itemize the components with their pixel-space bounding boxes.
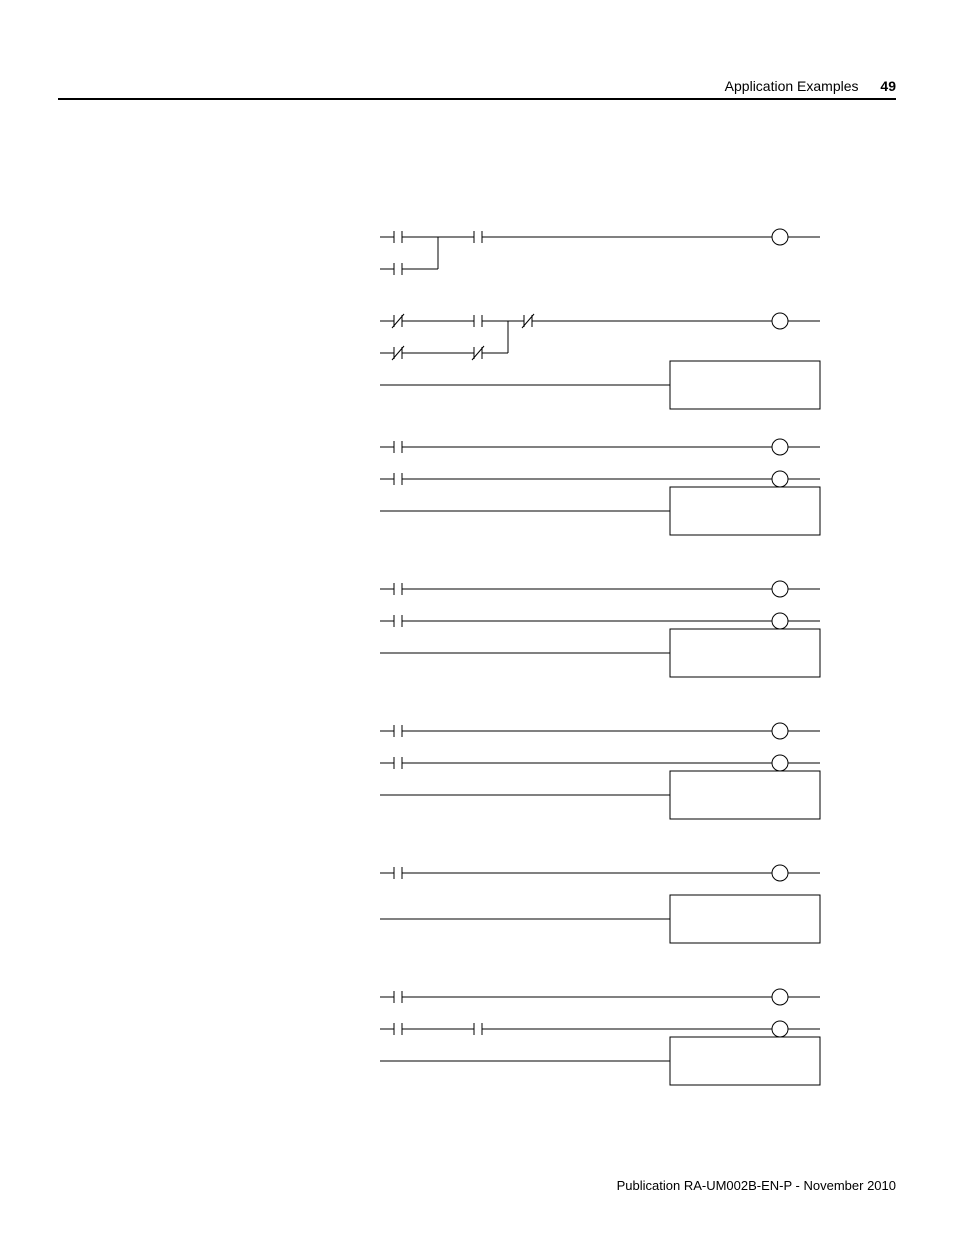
section-title: Application Examples	[725, 78, 859, 94]
page-header: Application Examples 49	[725, 78, 896, 94]
footer-text: Publication RA-UM002B-EN-P - November 20…	[617, 1178, 896, 1193]
page-number: 49	[880, 78, 896, 94]
ladder-diagram	[380, 225, 840, 1145]
header-rule	[58, 98, 896, 100]
page: Application Examples 49 Publication RA-U…	[0, 0, 954, 1235]
